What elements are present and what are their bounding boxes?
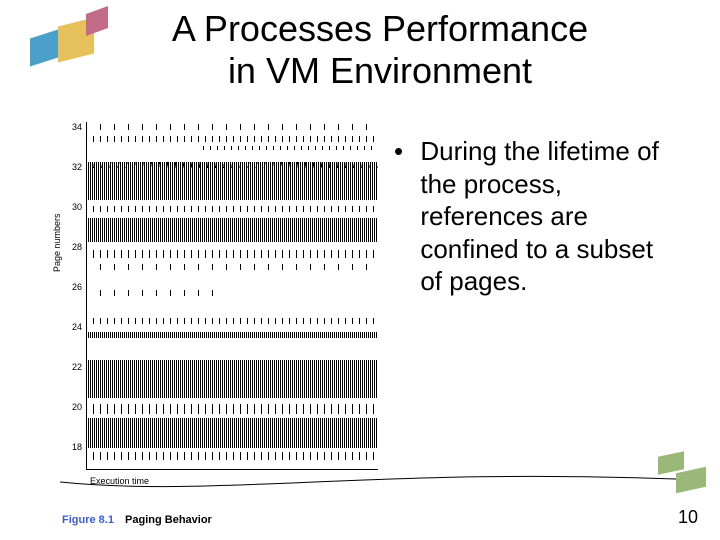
- ytick: 28: [68, 242, 82, 252]
- figure-title: Paging Behavior: [125, 514, 212, 526]
- bullet-item: • During the lifetime of the process, re…: [394, 135, 694, 298]
- bullet-dot-icon: •: [394, 135, 403, 168]
- figure-caption: Figure 8.1 Paging Behavior: [62, 514, 212, 526]
- ytick: 18: [68, 442, 82, 452]
- ytick: 20: [68, 402, 82, 412]
- decorative-cubes-bottom-right: [658, 448, 712, 502]
- title-line-2: in VM Environment: [228, 50, 532, 91]
- paging-behavior-figure: 34 32 30 28 26 24 22 20 18 Page numbers …: [60, 122, 380, 502]
- page-number: 10: [678, 507, 698, 528]
- ytick: 22: [68, 362, 82, 372]
- decorative-cubes-top-left: [30, 10, 110, 90]
- title-line-1: A Processes Performance: [172, 8, 588, 49]
- slide-title: A Processes Performance in VM Environmen…: [110, 8, 650, 93]
- y-axis-label: Page numbers: [52, 213, 62, 272]
- bullet-text: During the lifetime of the process, refe…: [420, 135, 680, 298]
- figure-number: Figure 8.1: [62, 514, 114, 526]
- ytick: 24: [68, 322, 82, 332]
- ytick: 34: [68, 122, 82, 132]
- ytick: 26: [68, 282, 82, 292]
- ytick: 30: [68, 202, 82, 212]
- slide: A Processes Performance in VM Environmen…: [0, 0, 720, 540]
- plot-area: [86, 122, 378, 470]
- ytick: 32: [68, 162, 82, 172]
- decorative-swoosh: [60, 460, 700, 500]
